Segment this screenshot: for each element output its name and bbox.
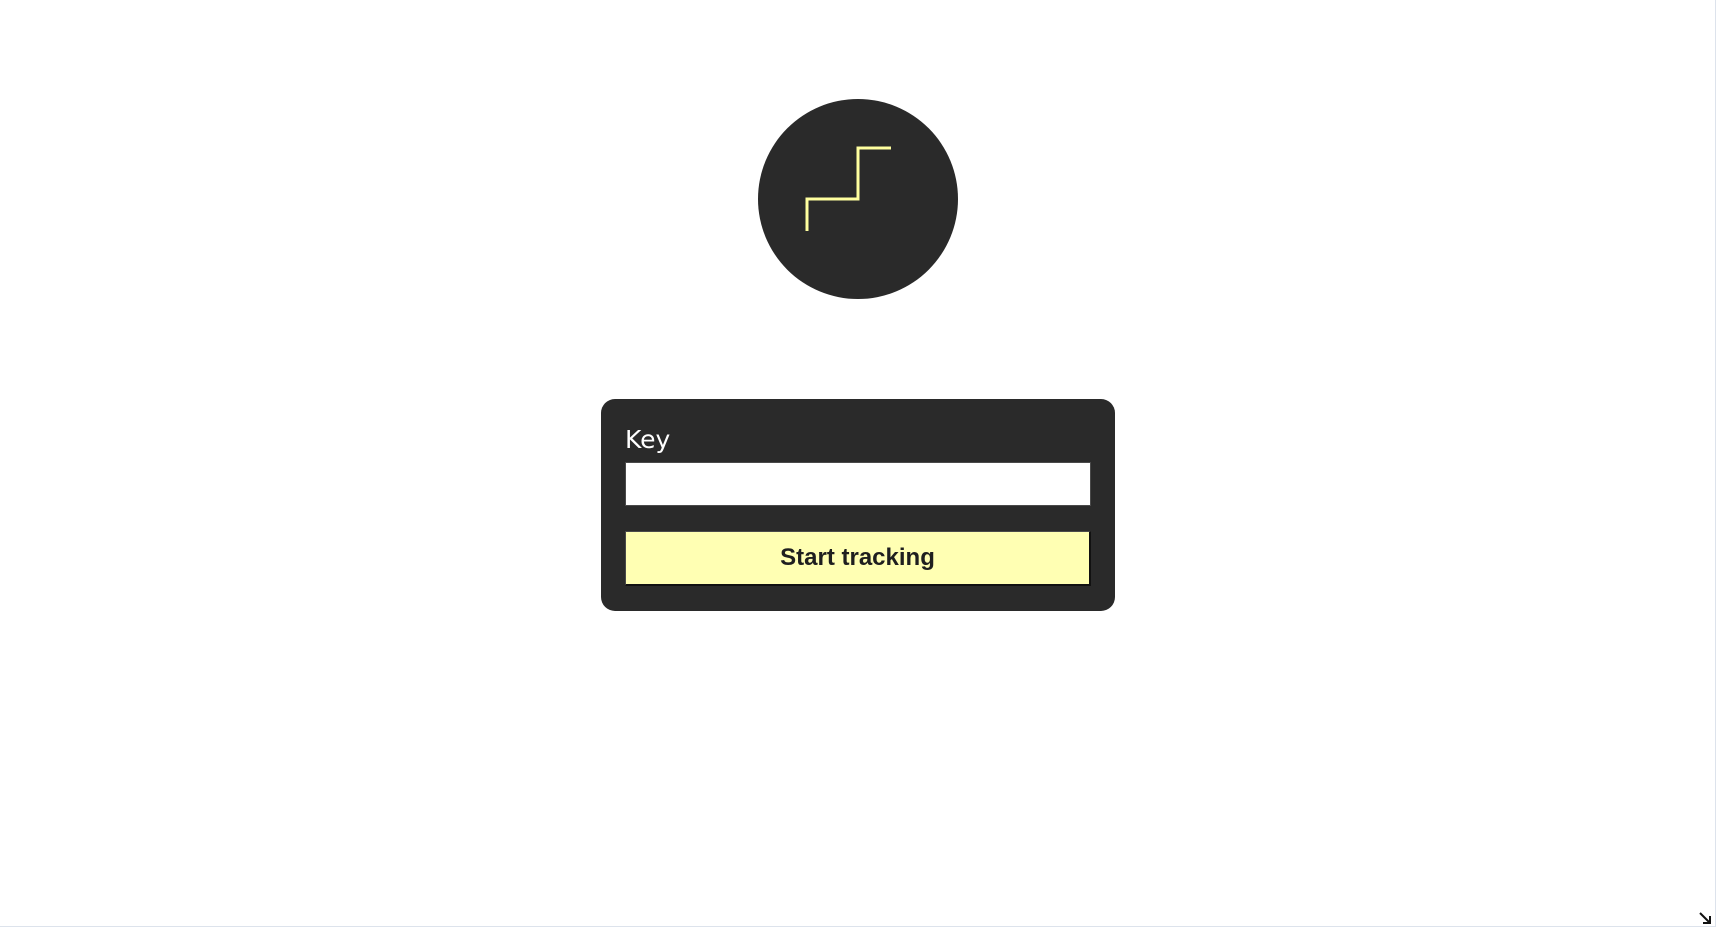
tracking-form: Key Start tracking: [601, 399, 1115, 611]
step-chart-icon: [805, 146, 891, 231]
start-tracking-button[interactable]: Start tracking: [625, 531, 1091, 586]
key-label: Key: [625, 425, 671, 454]
resize-corner-icon[interactable]: [1698, 911, 1712, 925]
app-logo: [758, 99, 958, 299]
key-input[interactable]: [625, 462, 1091, 506]
page-viewport: Key Start tracking: [0, 0, 1716, 927]
